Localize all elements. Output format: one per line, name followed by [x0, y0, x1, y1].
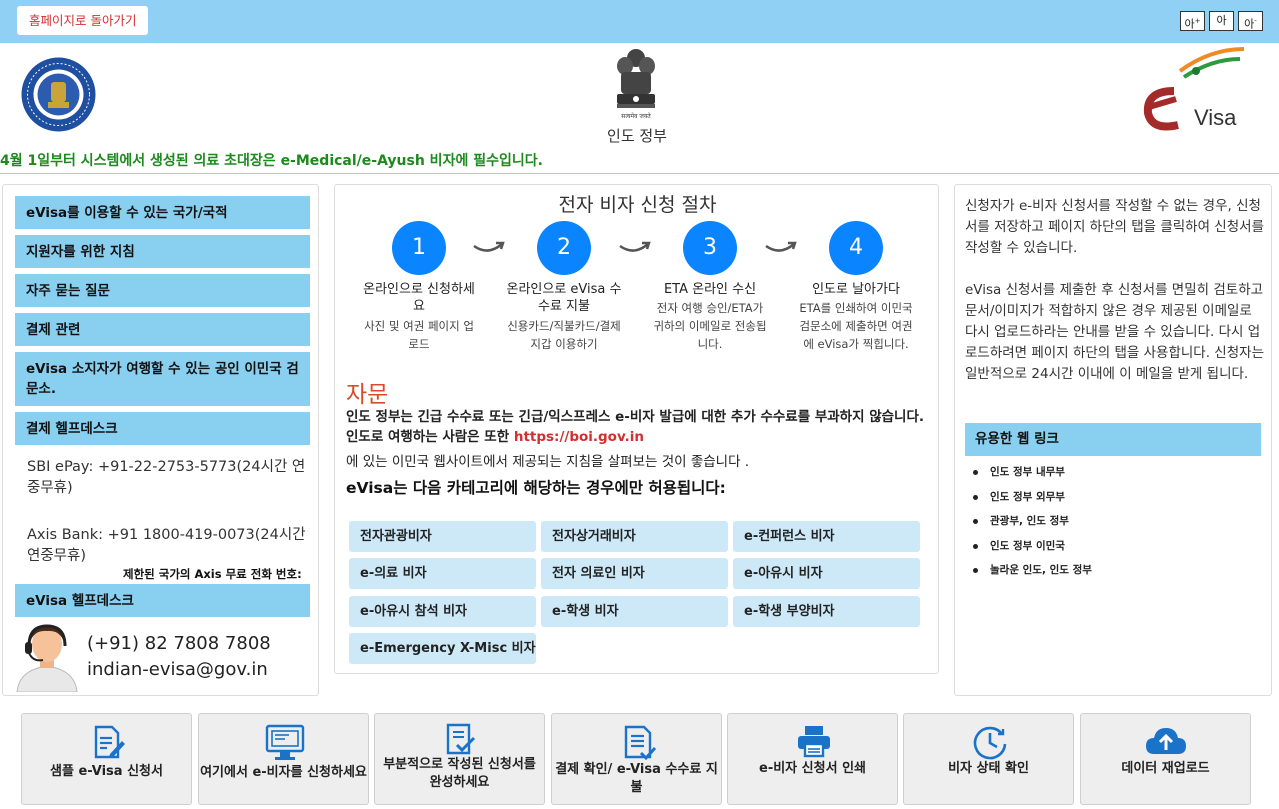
- bureau-of-immigration-seal-icon[interactable]: [20, 56, 97, 133]
- nav-applicant-guidelines[interactable]: 지원자를 위한 지침: [15, 235, 310, 268]
- complete-partial-application-tile[interactable]: 부분적으로 작성된 신청서를 완성하세요: [374, 713, 545, 805]
- apply-evisa-label: 여기에서 e-비자를 신청하세요: [200, 765, 367, 780]
- axis-helpline: Axis Bank: +91 1800-419-0073(24시간 연중무휴): [27, 527, 306, 564]
- boi-link[interactable]: https://boi.gov.in: [514, 429, 644, 445]
- nav-payment[interactable]: 결제 관련: [15, 313, 310, 346]
- apply-evisa-tile[interactable]: 여기에서 e-비자를 신청하세요: [198, 713, 369, 805]
- clock-icon: [973, 726, 1007, 760]
- step-1-desc: 사진 및 여권 페이지 업로드: [364, 319, 474, 351]
- step-2-desc: 신용카드/직불카드/결제지갑 이용하기: [507, 319, 621, 351]
- arrow-right-icon: [765, 241, 797, 252]
- font-decrease-label: 아: [1244, 17, 1255, 31]
- advisory-text: 인도 정부는 긴급 수수료 또는 긴급/익스프레스 e-비자 발급에 대한 추가…: [346, 407, 931, 447]
- useful-links-list: 인도 정부 내무부 인도 정부 외무부 관광부, 인도 정부 인도 정부 이민국…: [969, 460, 1092, 583]
- font-size-controls: 아+ 아 아-: [1180, 11, 1263, 31]
- arrow-right-icon: [619, 241, 651, 252]
- support-agent-icon: [16, 624, 78, 692]
- check-visa-status-tile[interactable]: 비자 상태 확인: [903, 713, 1074, 805]
- sample-application-label: 샘플 e-Visa 신청서: [50, 764, 163, 779]
- emblem-caption: सत्यमेव जयते: [621, 112, 651, 120]
- sample-application-tile[interactable]: 샘플 e-Visa 신청서: [21, 713, 192, 805]
- document-edit-icon: [94, 725, 125, 759]
- step-2-circle: 2: [537, 221, 591, 275]
- category-e-conference-visa[interactable]: e-컨퍼런스 비자: [733, 521, 920, 552]
- font-decrease-mark: -: [1254, 17, 1257, 25]
- categories-title: eVisa는 다음 카테고리에 해당하는 경우에만 허용됩니다:: [346, 479, 726, 497]
- reupload-data-tile[interactable]: 데이터 재업로드: [1080, 713, 1251, 805]
- link-ministry-home-affairs[interactable]: 인도 정부 내무부: [969, 460, 1092, 485]
- advisory-title: 자문: [346, 382, 389, 408]
- link-incredible-india[interactable]: 놀라운 인도, 인도 정부: [969, 558, 1092, 583]
- category-e-ayush-visa[interactable]: e-아유시 비자: [733, 558, 920, 589]
- home-button[interactable]: 홈페이지로 돌아가기: [17, 6, 149, 35]
- left-sidebar: eVisa를 이용할 수 있는 국가/국적 지원자를 위한 지침 자주 묻는 질…: [2, 184, 319, 696]
- document-check-icon: [624, 725, 656, 760]
- verify-payment-tile[interactable]: 결제 확인/ e-Visa 수수료 지불: [551, 713, 722, 805]
- check-visa-status-label: 비자 상태 확인: [948, 761, 1029, 776]
- category-e-student-visa[interactable]: e-학생 비자: [541, 596, 728, 627]
- medical-invitation-notice: 4월 1일부터 시스템에서 생성된 의료 초대장은 e-Medical/e-Ay…: [0, 153, 543, 169]
- advisory-text-2: 에 있는 이민국 웹사이트에서 제공되는 지침을 살펴보는 것이 좋습니다 .: [346, 454, 750, 470]
- link-ministry-tourism[interactable]: 관광부, 인도 정부: [969, 509, 1092, 534]
- category-e-medical-visa[interactable]: e-의료 비자: [349, 558, 536, 589]
- step-4-desc: ETA를 인쇄하여 이민국 검문소에 제출하면 여권에 eVisa가 찍힙니다.: [799, 301, 913, 351]
- nav-faq[interactable]: 자주 묻는 질문: [15, 274, 310, 307]
- verify-payment-label: 결제 확인/ e-Visa 수수료 지불: [555, 762, 718, 795]
- process-title: 전자 비자 신청 절차: [558, 194, 717, 216]
- sbi-helpline: SBI ePay: +91-22-2753-5773(24시간 연중무휴): [27, 459, 306, 496]
- step-3-circle: 3: [683, 221, 737, 275]
- print-application-label: e-비자 신청서 인쇄: [759, 761, 866, 776]
- step-4-circle: 4: [829, 221, 883, 275]
- right-sidebar: 신청자가 e-비자 신청서를 작성할 수 없는 경우, 신청서를 저장하고 페이…: [954, 184, 1272, 696]
- reupload-data-label: 데이터 재업로드: [1121, 761, 1210, 776]
- checklist-icon: [446, 723, 476, 755]
- nav-evisa-countries[interactable]: eVisa를 이용할 수 있는 국가/국적: [15, 196, 310, 229]
- category-e-tourist-visa[interactable]: 전자관광비자: [349, 521, 536, 552]
- evisa-logo-text: Visa: [1194, 105, 1237, 130]
- category-e-ayush-attendant-visa[interactable]: e-아유시 참석 비자: [349, 596, 536, 627]
- print-application-tile[interactable]: e-비자 신청서 인쇄: [727, 713, 898, 805]
- header: सत्यमेव जयते 인도 정부 Visa 4월 1일부터 시스템에서 생성…: [0, 43, 1279, 174]
- evisa-helpdesk-title: eVisa 헬프데스크: [15, 584, 310, 617]
- axis-tollfree-note: 제한된 국가의 Axis 무료 전화 번호:: [123, 567, 302, 581]
- link-ministry-external-affairs[interactable]: 인도 정부 외무부: [969, 485, 1092, 510]
- font-increase-button[interactable]: 아+: [1180, 11, 1205, 31]
- reupload-info: eVisa 신청서를 제출한 후 신청서를 면밀히 검토하고 문서/이미지가 적…: [965, 282, 1264, 382]
- evisa-logo[interactable]: Visa: [1140, 47, 1252, 133]
- government-name: 인도 정부: [607, 127, 667, 145]
- category-e-emergency-visa[interactable]: e-Emergency X-Misc 비자: [349, 633, 536, 664]
- font-increase-mark: +: [1194, 17, 1201, 25]
- step-4-title: 인도로 날아가다: [812, 282, 900, 297]
- helpdesk-email[interactable]: indian-evisa@gov.in: [87, 659, 268, 680]
- font-normal-label: 아: [1216, 14, 1227, 27]
- step-2-title: 온라인으로 eVisa 수수료 지불: [506, 282, 622, 314]
- step-3-title: ETA 온라인 수신: [663, 282, 757, 297]
- useful-links-title: 유용한 웹 링크: [965, 423, 1261, 456]
- complete-partial-application-label: 부분적으로 작성된 신청서를 완성하세요: [383, 757, 536, 790]
- cloud-upload-icon: [1146, 728, 1186, 754]
- nav-payment-helpdesk[interactable]: 결제 헬프데스크: [15, 412, 310, 445]
- monitor-form-icon: [265, 724, 305, 760]
- national-emblem-icon: सत्यमेव जयते: [617, 49, 655, 120]
- category-e-business-visa[interactable]: 전자상거래비자: [541, 521, 728, 552]
- font-decrease-button[interactable]: 아-: [1238, 11, 1263, 31]
- step-1-circle: 1: [392, 221, 446, 275]
- font-increase-label: 아: [1184, 17, 1195, 31]
- step-1-title: 온라인으로 신청하세요: [363, 282, 475, 314]
- link-bureau-immigration[interactable]: 인도 정부 이민국: [969, 534, 1092, 559]
- top-bar: 홈페이지로 돌아가기 아+ 아 아-: [0, 0, 1279, 43]
- font-normal-button[interactable]: 아: [1209, 11, 1234, 31]
- category-e-medical-attendant-visa[interactable]: 전자 의료인 비자: [541, 558, 728, 589]
- helpdesk-phone[interactable]: (+91) 82 7808 7808: [87, 633, 271, 654]
- application-process-panel: 전자 비자 신청 절차 1 2 3 4 온라인으로 신청하세요 사진 및 여권 …: [334, 184, 939, 674]
- step-3-desc: 전자 여행 승인/ETA가 귀하의 이메일로 전송됩니다.: [653, 301, 767, 351]
- save-application-info: 신청자가 e-비자 신청서를 작성할 수 없는 경우, 신청서를 저장하고 페이…: [965, 198, 1264, 256]
- nav-immigration-checkposts[interactable]: eVisa 소지자가 여행할 수 있는 공인 이민국 검문소.: [15, 352, 310, 406]
- printer-icon: [798, 726, 830, 758]
- category-e-student-dependent-visa[interactable]: e-학생 부양비자: [733, 596, 920, 627]
- arrow-right-icon: [473, 241, 505, 252]
